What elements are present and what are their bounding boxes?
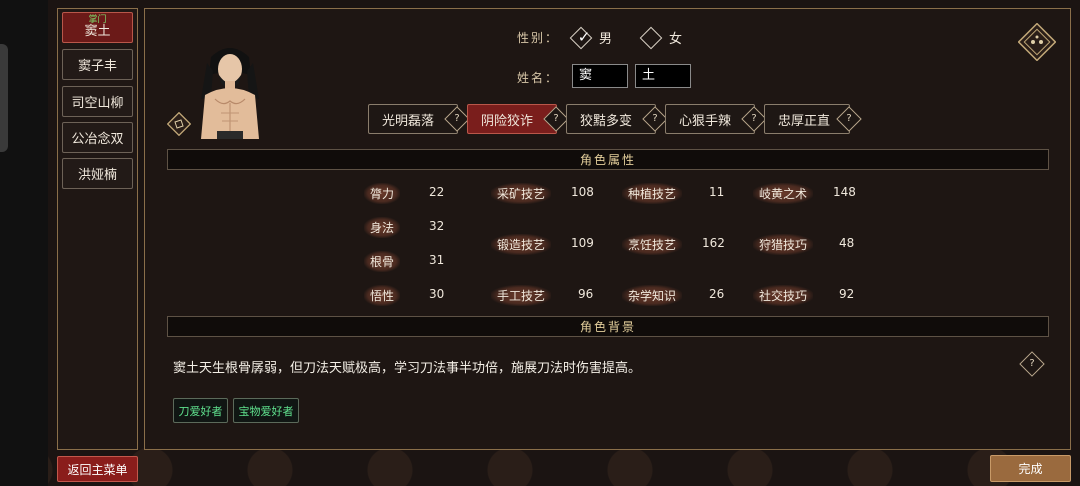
stat-value: 26 — [709, 287, 725, 301]
edge-handle[interactable] — [0, 44, 8, 152]
given-name-input[interactable]: 土 — [635, 64, 691, 88]
roster-item-label: 窦土 — [84, 24, 111, 40]
help-icon[interactable]: ? — [444, 106, 470, 132]
portrait-switch-icon[interactable] — [167, 112, 191, 136]
stat-name: 膂力 — [364, 183, 401, 204]
done-button[interactable]: 完成 — [990, 455, 1071, 482]
stat-value: 11 — [709, 185, 725, 199]
roster-item-label: 窦子丰 — [77, 59, 117, 74]
stat-value: 48 — [839, 236, 855, 250]
trait-option[interactable]: 狡黠多变 ? — [566, 104, 668, 134]
stat-name: 采矿技艺 — [491, 183, 552, 204]
screen-left-edge — [0, 0, 48, 486]
gender-option-label: 女 — [669, 32, 683, 47]
trait-label: 光明磊落 — [382, 113, 435, 129]
stat-name: 根骨 — [364, 251, 401, 272]
gender-option-female[interactable]: 女 — [639, 26, 683, 49]
help-icon[interactable]: ? — [642, 106, 668, 132]
background-description: 窦土天生根骨孱弱，但刀法天赋极高，学习刀法事半功倍，施展刀法时伤害提高。 — [173, 361, 642, 376]
help-icon[interactable]: ? — [543, 106, 569, 132]
trait-option[interactable]: 心狠手辣 ? — [665, 104, 767, 134]
stat-name: 狩猎技巧 — [753, 234, 814, 255]
roster-item-label: 司空山柳 — [71, 96, 124, 111]
trait-label: 心狠手辣 — [679, 113, 732, 129]
roster-item[interactable]: 窦子丰 — [62, 49, 133, 80]
trait-option-selected[interactable]: 阴险狡诈 ? — [467, 104, 569, 134]
stat-name: 锻造技艺 — [491, 234, 552, 255]
stat-value: 32 — [429, 219, 445, 233]
stat-name: 杂学知识 — [622, 285, 683, 306]
stat-value: 108 — [571, 185, 594, 199]
stat-value: 31 — [429, 253, 445, 267]
roster-item-selected[interactable]: 掌门 窦土 — [62, 12, 133, 43]
character-roster: 掌门 窦土 窦子丰 司空山柳 公冶念双 洪娅楠 — [57, 8, 138, 450]
trait-label: 阴险狡诈 — [481, 113, 534, 129]
trait-option[interactable]: 忠厚正直 ? — [764, 104, 862, 134]
roster-item[interactable]: 司空山柳 — [62, 86, 133, 117]
name-label: 姓名： — [517, 71, 560, 85]
stat-value: 96 — [578, 287, 594, 301]
stat-value: 30 — [429, 287, 445, 301]
background-section-header: 角色背景 — [167, 316, 1049, 337]
roster-item-label: 洪娅楠 — [77, 168, 117, 183]
roster-item-label: 公冶念双 — [71, 132, 124, 147]
trait-tag[interactable]: 刀爱好者 — [173, 398, 228, 423]
character-portrait — [201, 48, 259, 139]
stat-name: 烹饪技艺 — [622, 234, 683, 255]
checkbox-checked-icon: ✓ — [569, 26, 593, 49]
help-icon[interactable]: ? — [1019, 351, 1045, 377]
gender-option-label: 男 — [599, 32, 613, 47]
trait-option[interactable]: 光明磊落 ? — [368, 104, 470, 134]
character-detail-panel: 性别： ✓ 男 女 姓名： 窦 土 光明磊落 ? 阴险狡诈 ? 狡黠多变 ? 心… — [144, 8, 1071, 450]
stat-value: 22 — [429, 185, 445, 199]
stat-value: 92 — [839, 287, 855, 301]
stat-name: 手工技艺 — [491, 285, 552, 306]
roster-item[interactable]: 公冶念双 — [62, 122, 133, 153]
gender-option-male[interactable]: ✓ 男 — [569, 26, 613, 49]
stat-name: 悟性 — [364, 285, 401, 306]
trait-label: 忠厚正直 — [778, 113, 831, 129]
trait-label: 狡黠多变 — [580, 113, 633, 129]
attributes-section-header: 角色属性 — [167, 149, 1049, 170]
stat-name: 种植技艺 — [622, 183, 683, 204]
stat-value: 148 — [833, 185, 856, 199]
stat-name: 身法 — [364, 217, 401, 238]
trait-tag[interactable]: 宝物爱好者 — [233, 398, 299, 423]
help-icon[interactable]: ? — [741, 106, 767, 132]
stat-name: 岐黄之术 — [753, 183, 814, 204]
stat-name: 社交技巧 — [753, 285, 814, 306]
dice-randomize-icon[interactable] — [1018, 23, 1056, 61]
gender-label: 性别： — [517, 31, 560, 45]
back-to-main-menu-button[interactable]: 返回主菜单 — [57, 456, 138, 482]
stat-value: 109 — [571, 236, 594, 250]
roster-item[interactable]: 洪娅楠 — [62, 158, 133, 189]
surname-input[interactable]: 窦 — [572, 64, 628, 88]
help-icon[interactable]: ? — [836, 106, 862, 132]
checkbox-empty-icon — [639, 26, 663, 49]
stat-value: 162 — [702, 236, 725, 250]
